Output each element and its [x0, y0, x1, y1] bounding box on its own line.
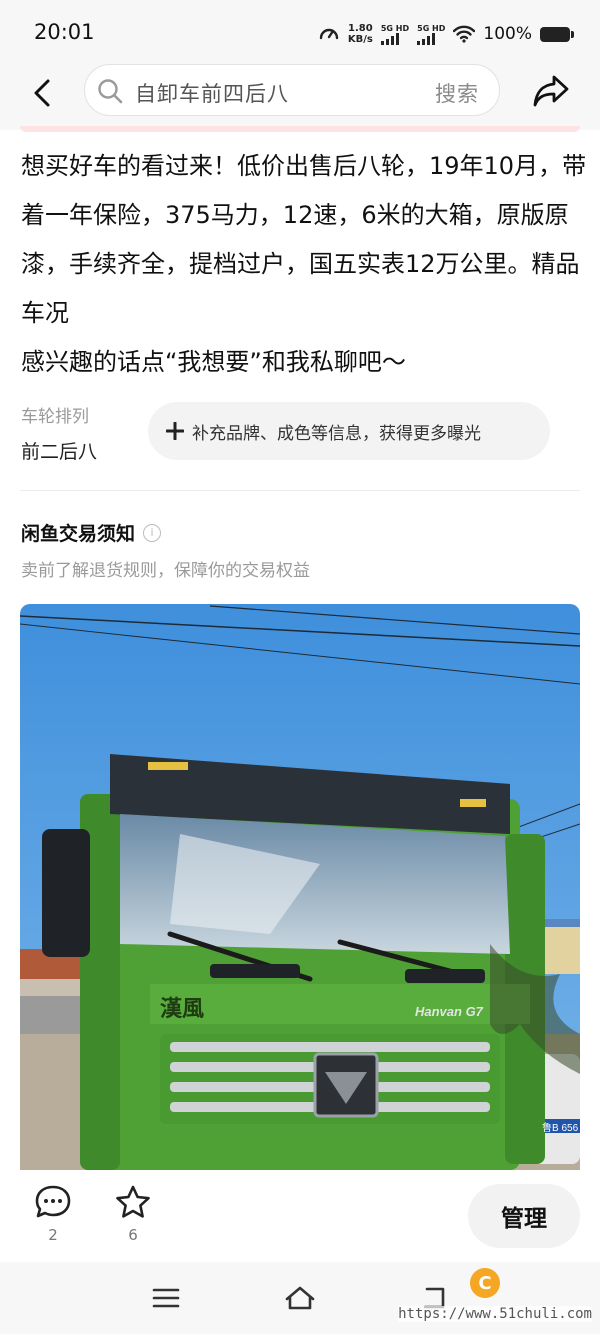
- network-speed: 1.80 KB/s: [348, 23, 373, 45]
- system-navigation-bar: [0, 1262, 600, 1334]
- banner-edge: [20, 126, 580, 132]
- star-icon: [116, 1185, 150, 1218]
- status-time: 20:01: [34, 20, 95, 44]
- comment-icon: [35, 1185, 71, 1218]
- bottom-action-bar: 2 6 管理: [0, 1170, 600, 1262]
- trade-rules-title-text: 闲鱼交易须知: [21, 523, 136, 545]
- item-photo[interactable]: 漢風 Hanvan G7 鲁B 656: [20, 604, 580, 1170]
- trade-rules-title[interactable]: 闲鱼交易须知 i: [21, 519, 162, 546]
- menu-icon: [152, 1288, 180, 1308]
- network-speed-value: 1.80: [348, 23, 373, 34]
- watermark-url: https://www.51chuli.com: [398, 1306, 592, 1322]
- favorite-button[interactable]: 6: [114, 1184, 152, 1244]
- home-icon: [285, 1286, 315, 1310]
- favorite-count: 6: [128, 1226, 138, 1244]
- truck-model-text: Hanvan G7: [415, 1004, 484, 1019]
- attribute-value: 前二后八: [21, 441, 98, 463]
- comment-count: 2: [48, 1226, 58, 1244]
- search-input[interactable]: 自卸车前四后八 搜索: [84, 64, 500, 116]
- share-button[interactable]: [530, 70, 572, 112]
- truck-brand-text: 漢風: [160, 996, 204, 1021]
- attribute-label: 车轮排列: [21, 407, 89, 427]
- search-button[interactable]: 搜索: [435, 78, 479, 108]
- battery-percent: 100%: [483, 24, 532, 44]
- network-speed-unit: KB/s: [347, 34, 373, 45]
- back-button[interactable]: [22, 72, 64, 114]
- info-icon[interactable]: i: [143, 523, 162, 542]
- manage-button[interactable]: 管理: [468, 1184, 580, 1248]
- item-description: 想买好车的看过来！低价出售后八轮，19年10月，带着一年保险，375马力，12速…: [21, 142, 587, 387]
- menu-nav-button[interactable]: [146, 1278, 186, 1318]
- signal-bars-icon: [417, 32, 436, 45]
- share-icon: [533, 75, 569, 107]
- comment-button[interactable]: 2: [34, 1184, 72, 1244]
- description-call-to-action: 感兴趣的话点“我想要”和我私聊吧～: [21, 348, 406, 376]
- wifi-icon: [453, 25, 476, 43]
- battery-icon: [540, 26, 574, 42]
- plus-icon: [166, 422, 184, 440]
- signal-bars-icon: [380, 32, 399, 45]
- supplement-info-label: 补充品牌、成色等信息，获得更多曝光: [192, 423, 481, 444]
- supplement-info-button[interactable]: 补充品牌、成色等信息，获得更多曝光: [148, 402, 550, 460]
- sim1-label: 5G HD: [380, 23, 410, 33]
- license-plate-text: 鲁B 656: [542, 1121, 579, 1134]
- truck-photo-illustration: 漢風 Hanvan G7 鲁B 656: [20, 604, 580, 1170]
- header: 自卸车前四后八 搜索: [0, 64, 600, 130]
- search-query: 自卸车前四后八: [135, 82, 289, 106]
- description-text: 想买好车的看过来！低价出售后八轮，19年10月，带着一年保险，375马力，12速…: [21, 152, 587, 327]
- watermark-logo-icon: C: [470, 1268, 500, 1298]
- speedometer-icon: [319, 28, 339, 40]
- attribute-wheel-arrangement: 车轮排列 前二后八: [21, 402, 97, 464]
- status-indicators: 1.80 KB/s 5G HD 5G HD 100%: [318, 20, 574, 48]
- home-nav-button[interactable]: [280, 1278, 320, 1318]
- trade-rules-subtitle: 卖前了解退货规则，保障你的交易权益: [21, 561, 310, 581]
- divider: [20, 490, 580, 491]
- sim2-signal: 5G HD: [417, 24, 445, 45]
- sim1-signal: 5G HD: [380, 23, 410, 45]
- chevron-left-icon: [34, 79, 50, 107]
- status-bar: 20:01 1.80 KB/s 5G HD 5G HD 100%: [0, 0, 600, 64]
- search-icon: [98, 79, 123, 104]
- sim2-label: 5G HD: [417, 23, 446, 33]
